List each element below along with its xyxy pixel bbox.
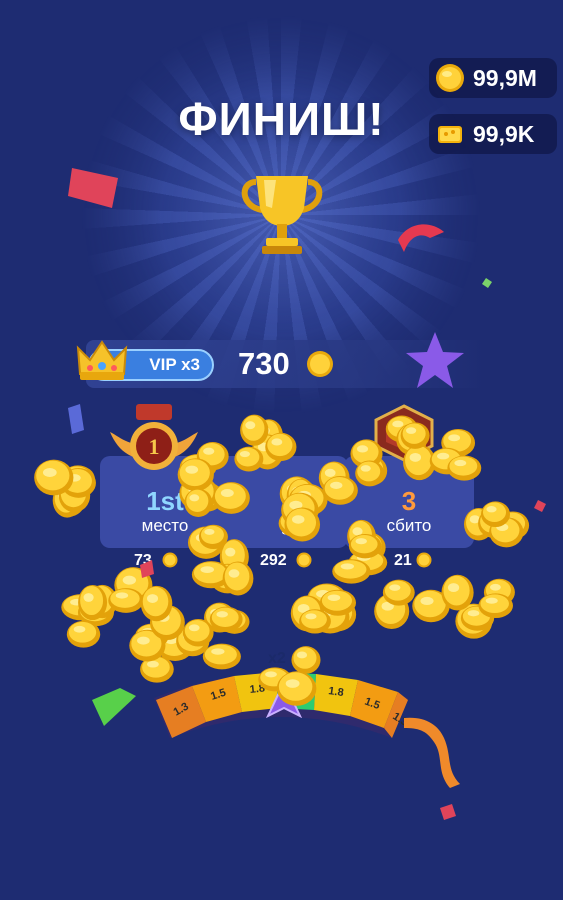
flying-coin: [34, 459, 74, 496]
gold-coin-icon: [296, 552, 312, 568]
flying-coin: [140, 585, 173, 622]
flying-coin: [204, 602, 236, 633]
flying-coin: [209, 606, 243, 632]
wheel-center-multiplier: x2: [268, 650, 286, 667]
confetti-piece: [92, 688, 136, 726]
crown-icon: [76, 340, 128, 380]
flying-coin: [54, 489, 85, 517]
confetti-piece: [440, 804, 456, 820]
stat-bonus: 73: [134, 552, 152, 569]
stat-label: сбито: [386, 516, 432, 535]
trophy-icon: [241, 176, 323, 254]
flying-coin: [348, 550, 388, 576]
stat-value: 1st: [146, 486, 184, 516]
gold-coin-icon: [162, 552, 178, 568]
confetti-piece: [534, 500, 546, 512]
stat-bonus: 21: [394, 552, 412, 569]
flying-coin: [66, 620, 101, 648]
gold-coin-icon: [416, 552, 432, 568]
flying-coin: [412, 589, 450, 623]
flying-coin: [332, 559, 371, 584]
wheel-segment-label: 1.8: [328, 685, 345, 699]
flying-coin: [58, 478, 91, 513]
flying-coin: [52, 483, 82, 518]
page-title: ФИНИШ!: [178, 93, 385, 145]
coin-balance-value: 99,9M: [473, 64, 537, 91]
stat-card-knocked: 3 сбито: [344, 456, 474, 548]
reward-amount: 730: [238, 346, 290, 381]
flying-coin: [222, 561, 254, 596]
flying-coin: [254, 419, 283, 453]
wheel-segment-label: 1.8: [249, 682, 265, 696]
flying-coin: [319, 597, 357, 632]
knockout-badge-icon: [374, 404, 434, 462]
flying-coin: [191, 561, 231, 589]
flying-coin: [374, 593, 410, 629]
flying-coin: [61, 467, 96, 498]
flying-coin: [60, 465, 95, 493]
flying-coin: [210, 563, 246, 594]
flying-coin: [460, 605, 495, 631]
flying-coin: [489, 516, 524, 548]
gold-coin-icon: [307, 351, 333, 377]
flying-coin: [310, 600, 350, 634]
star-icon: [406, 332, 464, 388]
flying-coin: [455, 603, 493, 639]
flying-coin: [441, 428, 476, 457]
flying-coin: [480, 501, 511, 528]
flying-coin: [483, 578, 515, 606]
flying-coin: [307, 583, 347, 615]
gold-coin-icon: [436, 64, 464, 92]
flying-coin: [441, 574, 474, 611]
flying-coin: [290, 595, 325, 632]
first-place-medal-icon: 1: [110, 404, 198, 470]
stat-label: gold: [280, 516, 314, 535]
flying-coin: [319, 589, 357, 616]
stat-value: 3: [401, 486, 417, 516]
wheel-pointer-icon: [266, 680, 302, 718]
flying-coin: [478, 509, 508, 538]
flying-coin: [87, 584, 118, 619]
stat-bonus: 292: [260, 552, 287, 569]
stat-label: место: [141, 516, 189, 535]
flying-coin: [382, 579, 415, 606]
flying-coin: [77, 598, 114, 627]
flying-coin: [108, 588, 144, 613]
stat-card-gold: gold: [218, 456, 348, 548]
flying-coin: [114, 567, 153, 604]
flying-coin: [78, 584, 108, 621]
flying-coin: [497, 511, 530, 540]
svg-text:1: 1: [149, 434, 160, 459]
flying-coin: [61, 594, 101, 621]
flying-coin: [478, 593, 513, 619]
